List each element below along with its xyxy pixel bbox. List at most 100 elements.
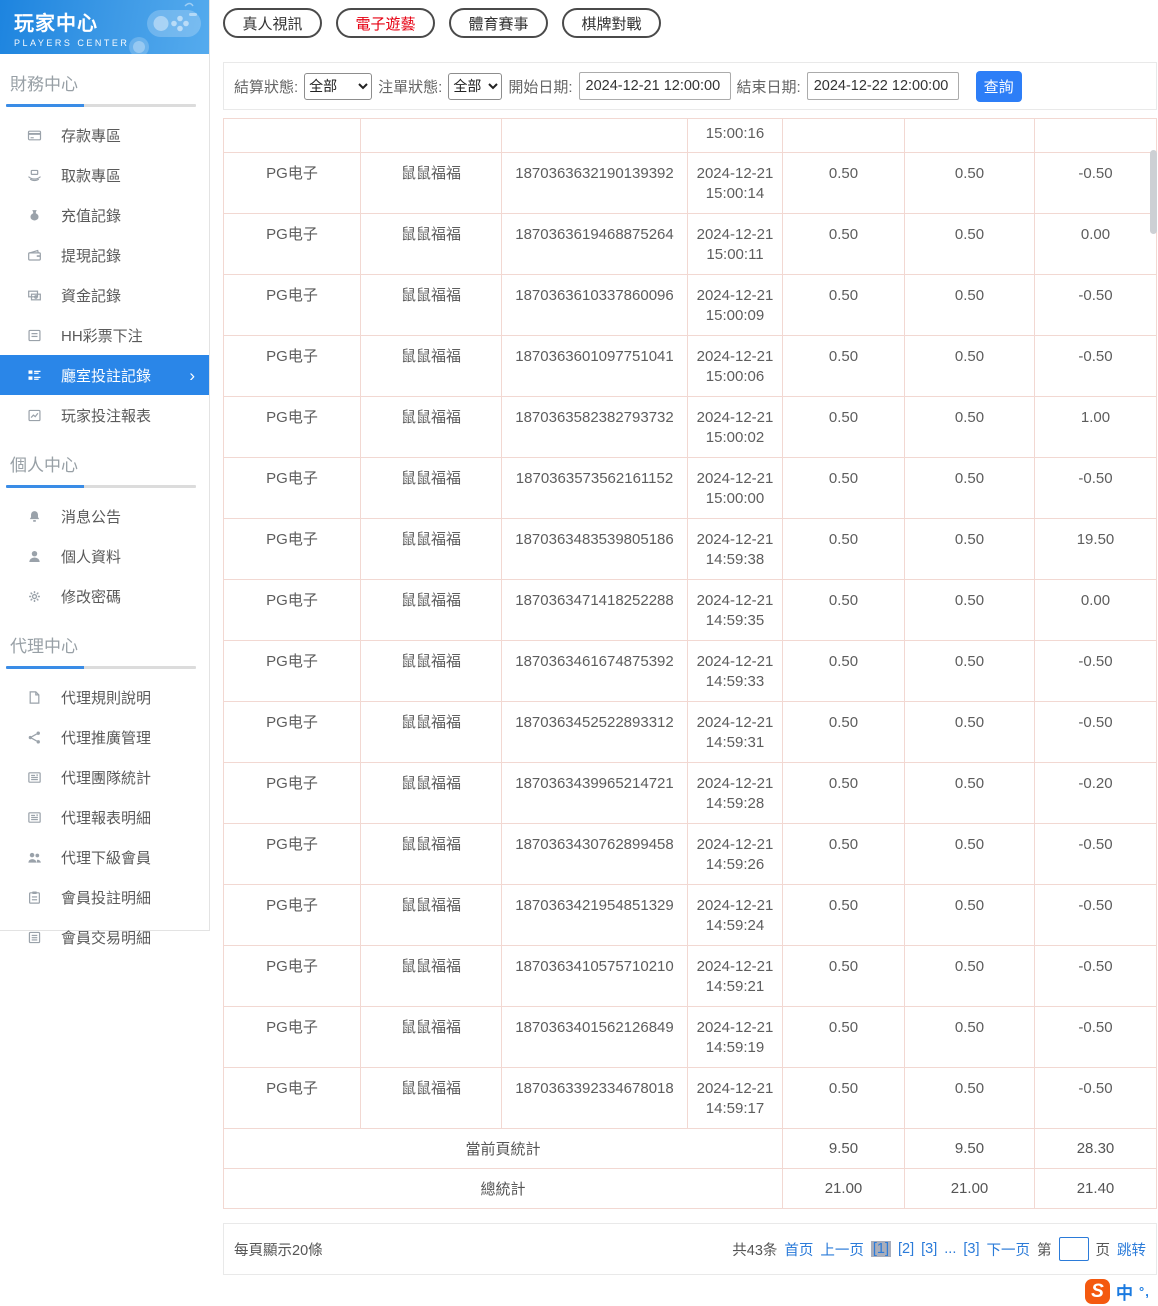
sidebar-item-label: 個人資料 [61,548,122,566]
bet-cell: 0.50 [782,640,905,702]
start-date-input[interactable] [578,72,731,100]
time-cell: 2024-12-21 14:59:26 [687,823,783,885]
page-link[interactable]: [1] [870,1241,892,1257]
next-page-link[interactable]: 下一页 [987,1239,1031,1260]
order-id-cell: 1870363401562126849 [501,1006,688,1068]
valid-bet-cell [904,118,1035,153]
pagination-controls: 共43条 首页 上一页 [1] [2] [3]... [3] 下一页 第 页 跳转 [725,1237,1146,1261]
person-icon [27,549,42,564]
summary-label-cell: 當前頁統計 [223,1128,783,1169]
room-list-icon [27,368,42,383]
category-tab[interactable]: 體育賽事 [449,8,548,38]
bet-cell: 0.50 [782,518,905,580]
chevron-right-icon: › [189,365,195,385]
game-cell: 鼠鼠福福 [360,457,502,519]
vertical-scrollbar-thumb[interactable] [1150,150,1157,234]
platform-cell: PG电子 [223,1067,361,1129]
sidebar-item-label: 資金記錄 [61,287,122,305]
page-link[interactable]: [3] [963,1241,979,1257]
time-cell: 2024-12-21 14:59:28 [687,762,783,824]
winloss-cell: -0.50 [1034,884,1157,946]
sidebar-item[interactable]: 修改密碼 [0,576,209,616]
sogou-logo-icon[interactable]: S [1085,1279,1110,1304]
jump-button[interactable]: 跳转 [1117,1239,1146,1260]
order-id-cell: 1870363619468875264 [501,213,688,275]
sidebar-item[interactable]: 代理規則說明 [0,677,209,717]
game-cell: 鼠鼠福福 [360,884,502,946]
sidebar-item[interactable]: 資金記錄 [0,275,209,315]
ime-punctuation-indicator[interactable]: °, [1139,1284,1150,1299]
sidebar-item[interactable]: HH彩票下注 [0,315,209,355]
sidebar-item[interactable]: 充值記錄 [0,195,209,235]
sidebar-item[interactable]: 代理推廣管理 [0,717,209,757]
platform-cell: PG电子 [223,335,361,397]
page-link[interactable]: [3] [921,1241,937,1257]
valid-bet-cell: 0.50 [904,945,1035,1007]
sidebar-item[interactable]: 廳室投註記錄 › [0,355,209,395]
time-cell: 2024-12-21 15:00:09 [687,274,783,336]
winloss-cell: -0.50 [1034,1006,1157,1068]
chart-icon [27,408,42,423]
order-id-cell: 1870363439965214721 [501,762,688,824]
winloss-cell: 0.00 [1034,579,1157,641]
game-cell: 鼠鼠福福 [360,1006,502,1068]
first-page-link[interactable]: 首页 [784,1239,813,1260]
order-id-cell: 1870363632190139392 [501,152,688,214]
card-icon [27,128,42,143]
sidebar-item[interactable]: 會員投註明細 [0,877,209,917]
sidebar-item-label: 代理團隊統計 [61,769,152,787]
prev-page-link[interactable]: 上一页 [820,1239,864,1260]
bet-cell: 0.50 [782,457,905,519]
sidebar-item[interactable]: 存款專區 [0,115,209,155]
time-cell: 2024-12-21 15:00:11 [687,213,783,275]
page-number-links: [1] [2] [3]... [3] [870,1241,980,1257]
winloss-cell: -0.50 [1034,335,1157,397]
order-id-cell: 1870363421954851329 [501,884,688,946]
table-row: PG电子 鼠鼠福福 1870363601097751041 2024-12-21 15… [223,335,1157,397]
sidebar-item[interactable]: 消息公告 [0,496,209,536]
game-cell: 鼠鼠福福 [360,701,502,763]
summary-row: 當前頁統計 9.50 9.50 28.30 [223,1128,1157,1169]
table-row: PG电子 鼠鼠福福 1870363632190139392 2024-12-21 15… [223,152,1157,214]
sidebar-item[interactable]: 代理報表明細 [0,797,209,837]
valid-bet-cell: 0.50 [904,396,1035,458]
winloss-cell: 19.50 [1034,518,1157,580]
page-size-text: 每頁顯示20條 [234,1242,323,1259]
valid-bet-cell: 0.50 [904,884,1035,946]
category-tab[interactable]: 棋牌對戰 [562,8,661,38]
order-status-select[interactable]: 全部 [448,72,503,100]
page-link[interactable]: [2] [898,1241,914,1257]
ime-language-indicator[interactable]: 中 [1116,1279,1133,1304]
category-tab[interactable]: 電子遊藝 [336,8,435,38]
order-id-cell: 1870363430762899458 [501,823,688,885]
sidebar-item[interactable]: 取款專區 [0,155,209,195]
sidebar-item[interactable]: 提現記錄 [0,235,209,275]
table-row: PG电子 鼠鼠福福 1870363483539805186 2024-12-21 14… [223,518,1157,580]
end-date-label: 結束日期: [736,78,801,96]
bet-cell: 0.50 [782,1006,905,1068]
sidebar-item[interactable]: 個人資料 [0,536,209,576]
order-id-cell: 1870363471418252288 [501,579,688,641]
platform-cell: PG电子 [223,1006,361,1068]
end-date-input[interactable] [806,72,959,100]
sidebar-item[interactable]: 會員交易明細 [0,917,209,957]
settle-status-select[interactable]: 全部 [304,72,373,100]
sidebar-item-label: 提現記錄 [61,247,122,265]
news-icon [27,770,42,785]
main-content: 真人視訊 電子遊藝 體育賽事 棋牌對戰 結算狀態: 全部 注單狀態: 全部 開始日期:… [210,0,1158,1275]
sidebar-item[interactable]: 代理團隊統計 [0,757,209,797]
time-cell: 2024-12-21 15:00:02 [687,396,783,458]
winloss-cell: -0.50 [1034,701,1157,763]
hand-coin-icon [27,168,42,183]
sidebar-item[interactable]: 玩家投注報表 [0,395,209,435]
category-tab[interactable]: 真人視訊 [223,8,322,38]
platform-cell: PG电子 [223,152,361,214]
platform-cell: PG电子 [223,701,361,763]
sidebar-item[interactable]: 代理下級會員 [0,837,209,877]
search-button[interactable]: 查詢 [975,70,1022,102]
sidebar-item-label: 取款專區 [61,167,122,185]
summary-valid-bet-cell: 21.00 [904,1168,1035,1209]
time-cell: 2024-12-21 14:59:24 [687,884,783,946]
page-jump-input[interactable] [1058,1237,1089,1261]
table-row-partial: 15:00:16 [223,118,1157,153]
